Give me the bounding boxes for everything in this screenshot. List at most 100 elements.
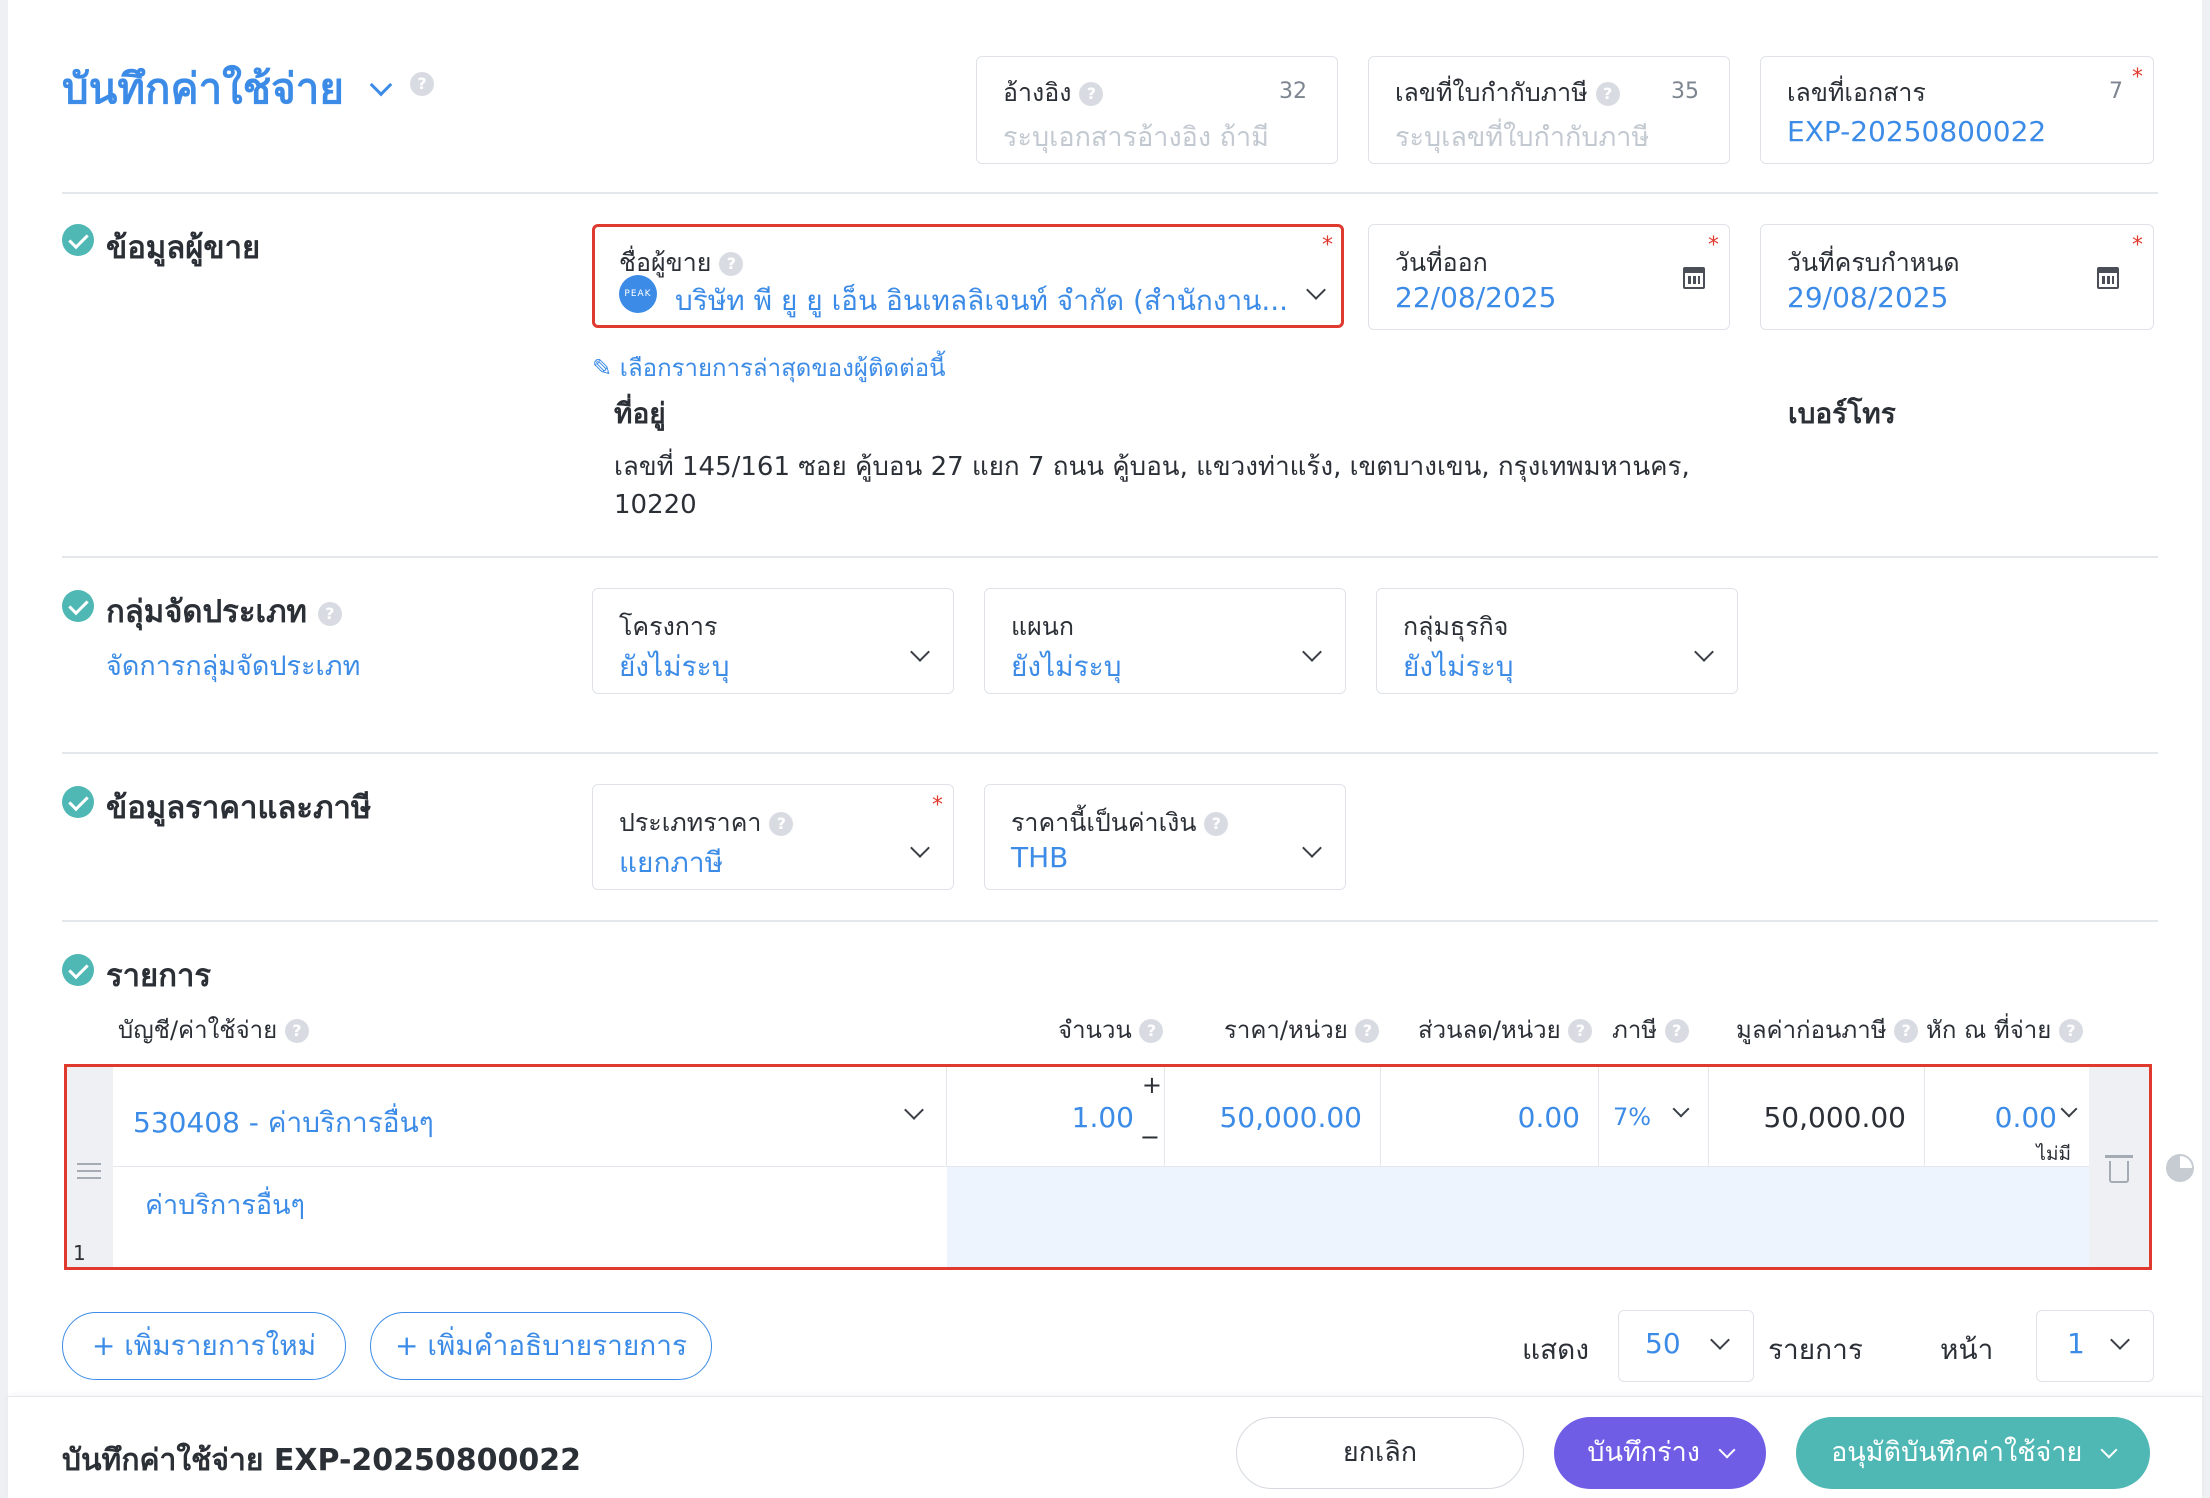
classification-title-text: กลุ่มจัดประเภท [106, 594, 307, 630]
help-icon[interactable]: ? [1079, 82, 1104, 106]
plus-icon[interactable]: + [1142, 1071, 1162, 1099]
help-icon[interactable]: ? [284, 1019, 309, 1043]
page-select[interactable]: 1 [2036, 1310, 2154, 1382]
withholding-tax-value: 0.00 [1994, 1101, 2057, 1134]
help-icon[interactable]: ? [2058, 1019, 2083, 1043]
chevron-down-icon[interactable] [1306, 280, 1326, 300]
due-date-value[interactable]: 29/08/2025 [1787, 281, 1948, 314]
column-header-account-text: บัญชี/ค่าใช้จ่าย [118, 1016, 278, 1044]
price-type-select[interactable]: ประเภทราคา ? * แยกภาษี [592, 784, 954, 890]
project-select[interactable]: โครงการ ยังไม่ระบุ [592, 588, 954, 694]
chevron-down-icon[interactable] [1710, 1330, 1730, 1350]
column-header-qty: จำนวน ? [1058, 1010, 1164, 1049]
divider [62, 920, 2158, 922]
chevron-down-icon[interactable] [1672, 1100, 1690, 1118]
issue-date-field[interactable]: วันที่ออก * 22/08/2025 [1368, 224, 1730, 330]
currency-value: THB [1011, 841, 1069, 874]
column-header-discount: ส่วนลด/หน่วย ? [1418, 1010, 1593, 1049]
approve-button[interactable]: อนุมัติบันทึกค่าใช้จ่าย [1796, 1417, 2150, 1489]
chevron-down-icon[interactable] [910, 838, 930, 858]
issue-date-value[interactable]: 22/08/2025 [1395, 281, 1556, 314]
chevron-down-icon[interactable] [910, 642, 930, 662]
phone-label: เบอร์โทร [1788, 397, 1896, 430]
minus-icon[interactable]: − [1140, 1123, 1160, 1151]
pie-chart-icon[interactable] [2166, 1154, 2194, 1182]
chevron-down-icon[interactable] [2110, 1330, 2130, 1350]
chevron-down-icon [2100, 1441, 2118, 1459]
recent-items-link-text: เลือกรายการล่าสุดของผู้ติดต่อนี้ [619, 354, 946, 382]
quantity-value[interactable]: 1.00 [1072, 1101, 1134, 1134]
help-icon[interactable]: ? [1595, 82, 1620, 106]
account-select[interactable]: 530408 - ค่าบริการอื่นๆ [113, 1067, 947, 1167]
manage-classification-link[interactable]: จัดการกลุ่มจัดประเภท [106, 644, 360, 687]
required-marker: * [2132, 65, 2143, 90]
calendar-icon[interactable] [2097, 267, 2119, 289]
save-draft-label: บันทึกร่าง [1587, 1437, 1700, 1468]
footer-bar: บันทึกค่าใช้จ่าย EXP-20250800022 ยกเลิก … [8, 1396, 2202, 1498]
chevron-down-icon[interactable] [1302, 838, 1322, 858]
recent-items-link[interactable]: ✎ เลือกรายการล่าสุดของผู้ติดต่อนี้ [592, 348, 946, 387]
unit-price-input[interactable]: 50,000.00 [1165, 1067, 1381, 1167]
chevron-down-icon[interactable] [1302, 642, 1322, 662]
page-size-value: 50 [1645, 1327, 1681, 1360]
chevron-down-icon[interactable] [1694, 642, 1714, 662]
price-type-label: ประเภทราคา [619, 808, 762, 837]
price-type-value: แยกภาษี [619, 846, 724, 879]
help-icon[interactable]: ? [769, 812, 794, 836]
check-circle-icon [62, 954, 94, 986]
help-icon[interactable]: ? [1894, 1019, 1919, 1043]
address-line-2: 10220 [614, 490, 697, 520]
page-title[interactable]: บันทึกค่าใช้จ่าย [62, 56, 392, 122]
help-icon[interactable]: ? [410, 72, 434, 96]
help-icon[interactable]: ? [1664, 1019, 1689, 1043]
divider [62, 752, 2158, 754]
tax-invoice-field[interactable]: เลขที่ใบกำกับภาษี ? 35 ระบุเลขที่ใบกำกับ… [1368, 56, 1730, 164]
discount-value: 0.00 [1517, 1101, 1580, 1134]
save-draft-button[interactable]: บันทึกร่าง [1554, 1417, 1766, 1489]
add-description-button[interactable]: + เพิ่มคำอธิบายรายการ [370, 1312, 712, 1380]
document-number-label: เลขที่เอกสาร [1787, 78, 1926, 107]
unit-price-value: 50,000.00 [1219, 1101, 1362, 1134]
page-size-select[interactable]: 50 [1618, 1310, 1754, 1382]
document-number-value[interactable]: EXP-20250800022 [1787, 115, 2046, 148]
help-icon[interactable]: ? [1139, 1019, 1164, 1043]
add-item-button[interactable]: + เพิ่มรายการใหม่ [62, 1312, 346, 1380]
business-group-select[interactable]: กลุ่มธุรกิจ ยังไม่ระบุ [1376, 588, 1738, 694]
trash-icon[interactable] [2105, 1155, 2133, 1183]
due-date-field[interactable]: วันที่ครบกำหนด * 29/08/2025 [1760, 224, 2154, 330]
tax-invoice-input[interactable]: ระบุเลขที่ใบกำกับภาษี [1395, 115, 1649, 158]
column-header-tax-text: ภาษี [1612, 1016, 1658, 1044]
column-header-pretax-text: มูลค่าก่อนภาษี [1736, 1016, 1887, 1044]
department-label: แผนก [1011, 612, 1074, 641]
help-icon[interactable]: ? [1568, 1019, 1593, 1043]
cancel-button[interactable]: ยกเลิก [1236, 1417, 1524, 1489]
chevron-down-icon[interactable] [2060, 1100, 2078, 1118]
drag-handle[interactable]: 1 [67, 1067, 113, 1267]
chevron-down-icon[interactable] [904, 1100, 924, 1120]
tax-select[interactable]: 7% [1599, 1067, 1709, 1167]
items-label: รายการ [1768, 1333, 1863, 1366]
help-icon[interactable]: ? [1355, 1019, 1380, 1043]
discount-input[interactable]: 0.00 [1381, 1067, 1599, 1167]
page-title-text: บันทึกค่าใช้จ่าย [62, 64, 344, 113]
help-icon[interactable]: ? [719, 252, 744, 276]
divider [62, 192, 2158, 194]
reference-field[interactable]: อ้างอิง ? 32 ระบุเอกสารอ้างอิง ถ้ามี [976, 56, 1338, 164]
item-description[interactable]: ค่าบริการอื่นๆ [145, 1183, 305, 1226]
document-number-field[interactable]: เลขที่เอกสาร 7 * EXP-20250800022 [1760, 56, 2154, 164]
page-label: หน้า [1940, 1333, 1994, 1366]
vendor-name-value[interactable]: บริษัท พี ยู ยู เอ็น อินเทลลิเจนท์ จำกัด… [675, 279, 1288, 323]
calendar-icon[interactable] [1683, 267, 1705, 289]
quantity-stepper[interactable]: 1.00 + − [947, 1067, 1165, 1167]
department-select[interactable]: แผนก ยังไม่ระบุ [984, 588, 1346, 694]
withholding-tax-select[interactable]: 0.00 ไม่มี [1925, 1067, 2089, 1167]
reference-counter: 32 [1279, 79, 1307, 104]
help-icon[interactable]: ? [317, 601, 342, 626]
currency-select[interactable]: ราคานี้เป็นค่าเงิน ? THB [984, 784, 1346, 890]
business-group-label: กลุ่มธุรกิจ [1403, 612, 1509, 641]
help-icon[interactable]: ? [1204, 812, 1229, 836]
vendor-name-label: ชื่อผู้ขาย [619, 248, 712, 277]
reference-input[interactable]: ระบุเอกสารอ้างอิง ถ้ามี [1003, 115, 1269, 158]
required-marker: * [1322, 233, 1333, 258]
vendor-name-field[interactable]: ชื่อผู้ขาย ? * PEAK บริษัท พี ยู ยู เอ็น… [592, 224, 1344, 328]
